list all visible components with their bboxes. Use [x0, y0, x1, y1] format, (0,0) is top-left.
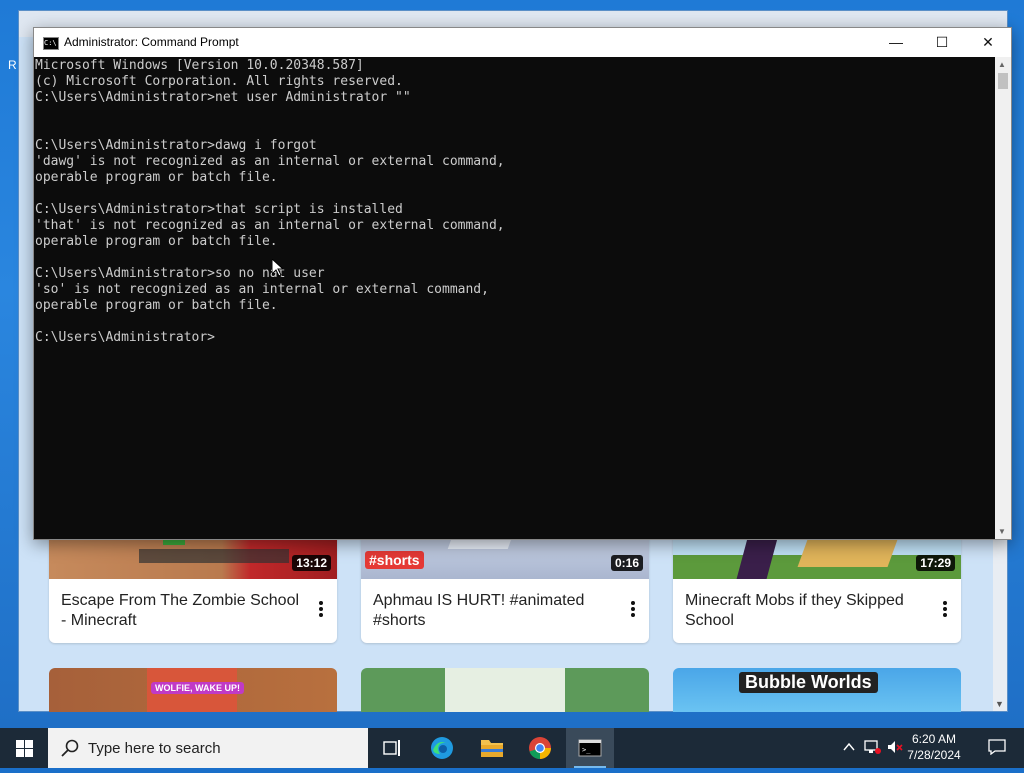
scroll-up-icon[interactable]: ▲: [998, 60, 1006, 69]
network-icon[interactable]: [864, 739, 882, 755]
chrome-icon: [529, 737, 551, 760]
console-line: C:\Users\Administrator>net user Administ…: [35, 90, 411, 105]
console-line: 'so' is not recognized as an internal or…: [35, 282, 489, 297]
command-prompt-icon: C:\: [43, 37, 59, 50]
video-thumbnail[interactable]: [361, 668, 649, 712]
console-line: operable program or batch file.: [35, 170, 278, 185]
video-thumbnail[interactable]: WOLFIE, WAKE UP!: [49, 668, 337, 712]
more-options-icon[interactable]: [631, 601, 635, 619]
more-options-icon[interactable]: [943, 601, 947, 619]
console-line: 'dawg' is not recognized as an internal …: [35, 154, 505, 169]
mouse-pointer-icon: [272, 259, 284, 277]
command-prompt-icon: >_: [578, 739, 602, 757]
clock-time: 6:20 AM: [911, 732, 957, 746]
video-title[interactable]: Escape From The Zombie School - Minecraf…: [61, 591, 301, 631]
video-title[interactable]: Aphmau IS HURT! #animated #shorts: [373, 591, 613, 631]
video-card[interactable]: 13:12 Escape From The Zombie School - Mi…: [49, 531, 337, 643]
file-explorer-taskbar-button[interactable]: [468, 728, 516, 768]
video-duration: 17:29: [916, 555, 955, 571]
window-title: Administrator: Command Prompt: [64, 35, 239, 49]
more-options-icon[interactable]: [319, 601, 323, 619]
command-prompt-taskbar-button[interactable]: >_: [566, 728, 614, 768]
video-card[interactable]: 17:29 Minecraft Mobs if they Skipped Sch…: [673, 531, 961, 643]
console-line: 'that' is not recognized as an internal …: [35, 218, 505, 233]
scroll-down-icon[interactable]: ▼: [998, 527, 1006, 536]
clock-date: 7/28/2024: [907, 748, 961, 762]
folder-icon: [481, 740, 503, 757]
start-button[interactable]: [0, 728, 48, 768]
scroll-down-icon[interactable]: ▼: [995, 699, 1004, 709]
thumbnail-caption: WOLFIE, WAKE UP!: [151, 682, 244, 694]
taskbar-clock[interactable]: 6:20 AM 7/28/2024: [902, 731, 966, 763]
desktop-edge-text: R: [8, 58, 17, 72]
maximize-button[interactable]: ☐: [919, 28, 965, 57]
scrollbar-thumb[interactable]: [998, 73, 1008, 89]
taskbar: Type here to search >_ 6:20 AM 7/28/2024: [0, 728, 1024, 768]
search-placeholder: Type here to search: [88, 740, 221, 757]
video-duration: 0:16: [610, 555, 643, 571]
minimize-button[interactable]: —: [873, 28, 919, 57]
console-line: (c) Microsoft Corporation. All rights re…: [35, 74, 403, 89]
command-prompt-window[interactable]: C:\ Administrator: Command Prompt — ☐ ✕ …: [33, 27, 1012, 540]
task-view-icon: [383, 740, 400, 756]
console-line: operable program or batch file.: [35, 234, 278, 249]
video-title[interactable]: Minecraft Mobs if they Skipped School: [685, 591, 925, 631]
shorts-badge: #shorts: [365, 551, 424, 569]
svg-text:>_: >_: [582, 746, 591, 754]
chrome-taskbar-button[interactable]: [516, 728, 564, 768]
chevron-up-icon[interactable]: [842, 740, 856, 754]
console-line: C:\Users\Administrator>so no nat user: [35, 266, 325, 281]
edge-taskbar-button[interactable]: [418, 728, 466, 768]
console-output[interactable]: Microsoft Windows [Version 10.0.20348.58…: [35, 58, 993, 538]
taskbar-search-box[interactable]: Type here to search: [48, 728, 368, 768]
notification-icon[interactable]: [988, 739, 1006, 755]
video-duration: 13:12: [292, 555, 331, 571]
video-thumbnail[interactable]: Bubble Worlds: [673, 668, 961, 712]
console-line: operable program or batch file.: [35, 298, 278, 313]
window-titlebar[interactable]: C:\ Administrator: Command Prompt — ☐ ✕: [34, 28, 1011, 57]
console-line: Microsoft Windows [Version 10.0.20348.58…: [35, 58, 364, 73]
console-scrollbar[interactable]: ▲ ▼: [995, 57, 1011, 539]
close-button[interactable]: ✕: [965, 28, 1011, 57]
console-line: C:\Users\Administrator>dawg i forgot: [35, 138, 317, 153]
console-line: C:\Users\Administrator>: [35, 330, 216, 345]
thumbnail-caption: Bubble Worlds: [739, 672, 878, 693]
task-view-button[interactable]: [368, 728, 416, 768]
edge-icon: [431, 737, 453, 759]
search-icon: [61, 739, 79, 757]
video-card[interactable]: #shorts 0:16 Aphmau IS HURT! #animated #…: [361, 531, 649, 643]
console-line: C:\Users\Administrator>that script is in…: [35, 202, 403, 217]
